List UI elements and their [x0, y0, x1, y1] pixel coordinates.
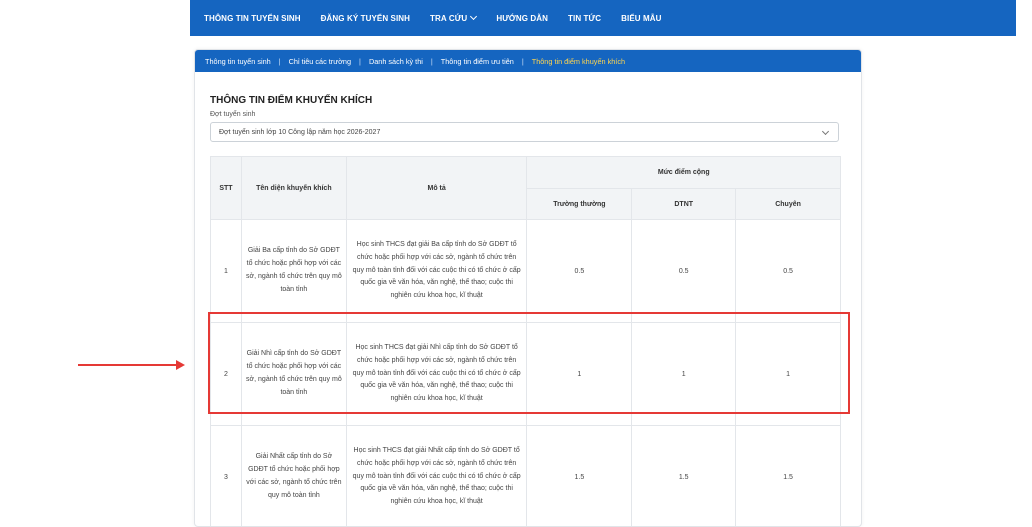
top-navbar: THÔNG TIN TUYỂN SINH ĐĂNG KÝ TUYỂN SINH …: [190, 0, 1016, 36]
admission-round-select[interactable]: Đợt tuyển sinh lớp 10 Công lập năm học 2…: [210, 122, 839, 142]
nav-tra-cuu[interactable]: TRA CỨU: [430, 14, 476, 23]
page-title: THÔNG TIN ĐIỂM KHUYẾN KHÍCH: [210, 95, 372, 106]
cell-truong-thuong: 0.5: [527, 220, 632, 323]
nav-tra-cuu-label: TRA CỨU: [430, 14, 467, 23]
sub-navigation: Thông tin tuyển sinh | Chỉ tiêu các trườ…: [195, 50, 861, 72]
bonus-points-table: STT Tên diện khuyến khích Mô tả Mức điểm…: [210, 156, 841, 527]
cell-chuyen: 1: [736, 323, 841, 426]
nav-huong-dan[interactable]: HƯỚNG DẪN: [496, 14, 548, 23]
subnav-separator: |: [359, 57, 361, 66]
cell-stt: 2: [211, 323, 242, 426]
cell-desc: Học sinh THCS đạt giải Nhất cấp tỉnh do …: [346, 426, 527, 527]
nav-dang-ky-tuyen-sinh[interactable]: ĐĂNG KÝ TUYỂN SINH: [321, 14, 410, 23]
subnav-thong-tin-tuyen-sinh[interactable]: Thông tin tuyển sinh: [205, 57, 271, 66]
header-group: Mức điểm cộng: [527, 157, 841, 189]
cell-dtnt: 1: [632, 323, 736, 426]
nav-bieu-mau[interactable]: BIỂU MẪU: [621, 14, 661, 23]
subnav-separator: |: [279, 57, 281, 66]
cell-dtnt: 0.5: [632, 220, 736, 323]
cell-truong-thuong: 1.5: [527, 426, 632, 527]
subnav-danh-sach-ky-thi[interactable]: Danh sách kỳ thi: [369, 57, 423, 66]
header-truong-thuong: Trường thường: [527, 189, 632, 220]
subnav-chi-tieu-cac-truong[interactable]: Chỉ tiêu các trường: [289, 57, 351, 66]
select-label: Đợt tuyển sinh: [210, 111, 255, 118]
cell-desc: Học sinh THCS đạt giải Nhì cấp tỉnh do S…: [346, 323, 527, 426]
nav-tin-tuc[interactable]: TIN TỨC: [568, 14, 601, 23]
cell-desc: Học sinh THCS đạt giải Ba cấp tỉnh do Sở…: [346, 220, 527, 323]
table-row: 1 Giải Ba cấp tỉnh do Sở GDĐT tổ chức ho…: [211, 220, 841, 323]
cell-chuyen: 1.5: [736, 426, 841, 527]
subnav-thong-tin-diem-khuyen-khich[interactable]: Thông tin điểm khuyến khích: [532, 57, 625, 66]
top-nav-menu: THÔNG TIN TUYỂN SINH ĐĂNG KÝ TUYỂN SINH …: [204, 0, 682, 36]
cell-name: Giải Nhì cấp tỉnh do Sở GDĐT tổ chức hoặ…: [241, 323, 346, 426]
cell-dtnt: 1.5: [632, 426, 736, 527]
table-row: 3 Giải Nhất cấp tỉnh do Sở GDĐT tổ chức …: [211, 426, 841, 527]
admission-round-value: Đợt tuyển sinh lớp 10 Công lập năm học 2…: [219, 129, 380, 136]
annotation-arrow-line: [78, 364, 178, 366]
header-dtnt: DTNT: [632, 189, 736, 220]
table-row: 2 Giải Nhì cấp tỉnh do Sở GDĐT tổ chức h…: [211, 323, 841, 426]
cell-chuyen: 0.5: [736, 220, 841, 323]
nav-thong-tin-tuyen-sinh[interactable]: THÔNG TIN TUYỂN SINH: [204, 14, 301, 23]
content-card: Thông tin tuyển sinh | Chỉ tiêu các trườ…: [194, 49, 862, 527]
chevron-down-icon: [470, 12, 477, 19]
cell-name: Giải Nhất cấp tỉnh do Sở GDĐT tổ chức ho…: [241, 426, 346, 527]
cell-name: Giải Ba cấp tỉnh do Sở GDĐT tổ chức hoặc…: [241, 220, 346, 323]
header-chuyen: Chuyên: [736, 189, 841, 220]
arrow-right-icon: [176, 360, 185, 370]
subnav-thong-tin-diem-uu-tien[interactable]: Thông tin điểm ưu tiên: [441, 57, 514, 66]
header-name: Tên diện khuyến khích: [241, 157, 346, 220]
subnav-separator: |: [522, 57, 524, 66]
chevron-down-icon: [822, 128, 829, 135]
header-stt: STT: [211, 157, 242, 220]
header-desc: Mô tả: [346, 157, 527, 220]
cell-truong-thuong: 1: [527, 323, 632, 426]
cell-stt: 3: [211, 426, 242, 527]
subnav-separator: |: [431, 57, 433, 66]
cell-stt: 1: [211, 220, 242, 323]
